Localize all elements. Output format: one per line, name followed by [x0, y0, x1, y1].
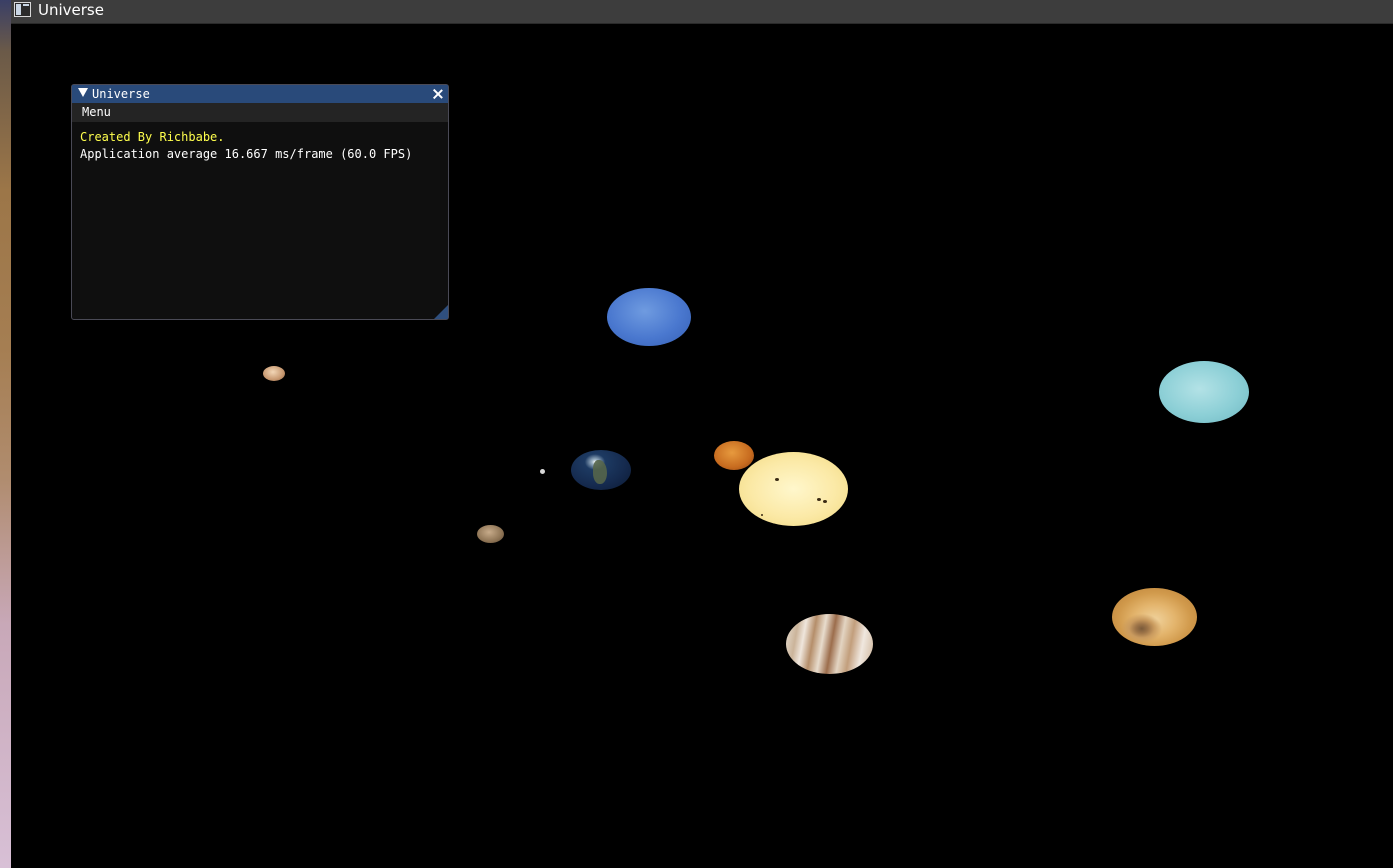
close-icon[interactable]	[430, 86, 446, 102]
app-screen: Universe Universe Menu Created By Richba…	[0, 0, 1393, 868]
triangle-down-icon[interactable]	[78, 88, 88, 97]
planet-saturn	[1112, 588, 1197, 646]
planet-pluto	[263, 366, 285, 381]
planet-earth	[571, 450, 631, 490]
imgui-title: Universe	[92, 87, 150, 101]
planet-jupiter	[786, 614, 873, 674]
imgui-titlebar[interactable]: Universe	[72, 85, 448, 103]
sunspot	[817, 498, 821, 501]
menu-item-menu[interactable]: Menu	[82, 103, 111, 122]
sunspot	[775, 478, 779, 481]
planet-uranus	[1159, 361, 1249, 423]
sun	[739, 452, 848, 526]
window-title: Universe	[38, 1, 104, 19]
resize-grip[interactable]	[434, 305, 448, 319]
planet-mars	[714, 441, 754, 470]
planet-mercury	[477, 525, 504, 543]
imgui-universe-panel[interactable]: Universe Menu Created By Richbabe. Appli…	[71, 84, 449, 320]
earth-landmass	[593, 460, 607, 484]
fps-readout: Application average 16.667 ms/frame (60.…	[80, 147, 413, 161]
sunspot	[823, 500, 827, 503]
imgui-menubar: Menu	[72, 103, 448, 122]
app-window-icon	[14, 2, 31, 17]
window-titlebar[interactable]: Universe	[11, 0, 1393, 24]
planet-neptune	[607, 288, 691, 346]
moon	[540, 469, 545, 474]
desktop-background-strip	[0, 0, 11, 868]
sunspot	[761, 514, 763, 516]
credit-text: Created By Richbabe.	[80, 130, 225, 144]
